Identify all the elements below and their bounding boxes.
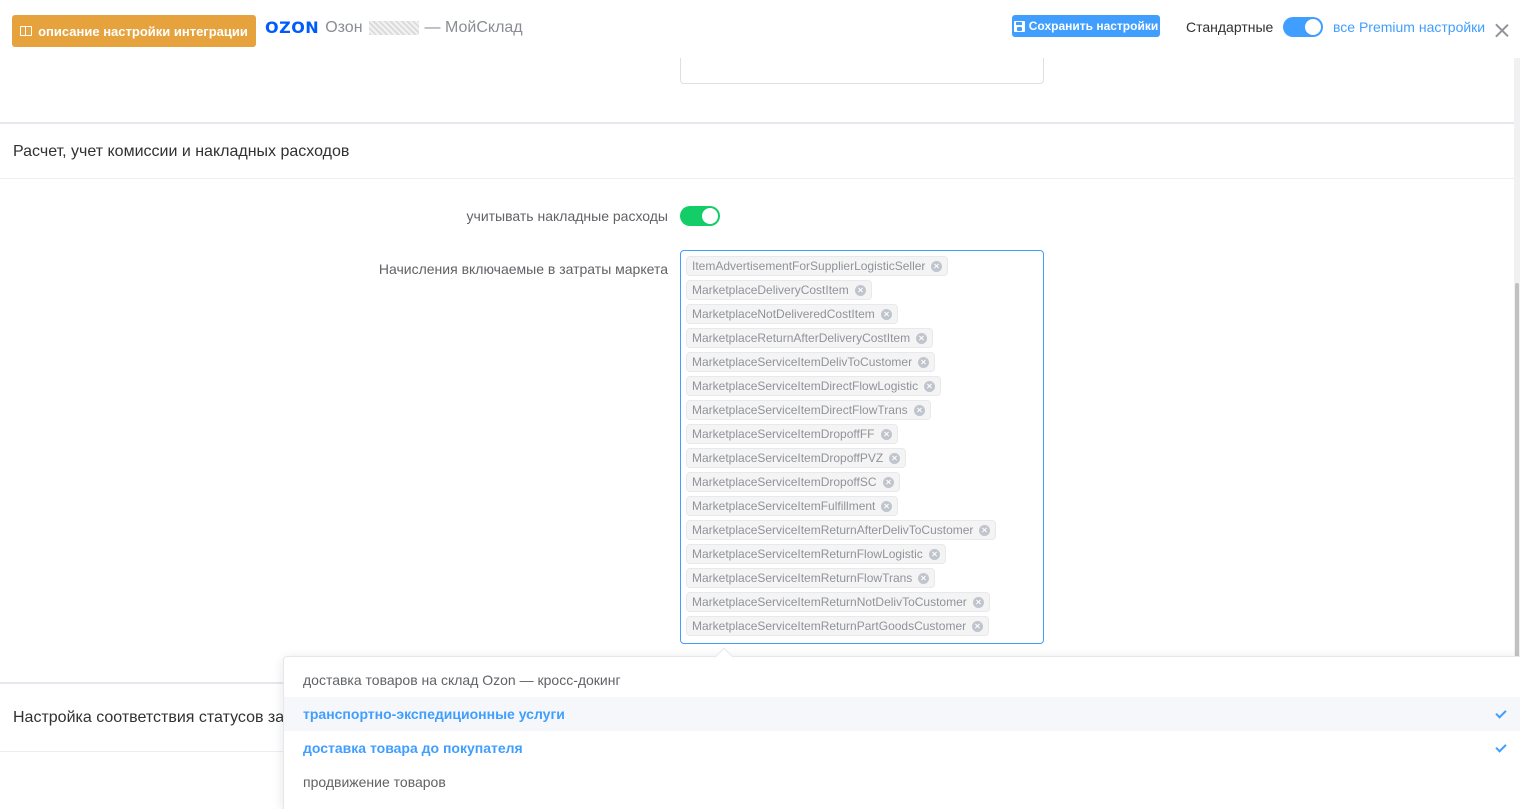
charge-tag: MarketplaceServiceItemDropoffSC <box>686 472 900 492</box>
remove-tag-icon[interactable] <box>913 404 925 416</box>
dropdown-option[interactable]: доставка товара до покупателя <box>284 731 1520 765</box>
dropdown-option[interactable]: транспортно-экспедиционные услуги <box>284 697 1520 731</box>
remove-tag-icon[interactable] <box>979 524 991 536</box>
check-icon <box>1495 741 1507 753</box>
remove-tag-icon[interactable] <box>881 500 893 512</box>
integration-docs-button[interactable]: описание настройки интеграции <box>12 15 256 47</box>
charge-tag-label: ItemAdvertisementForSupplierLogisticSell… <box>692 259 926 273</box>
charge-tag-label: MarketplaceDeliveryCostItem <box>692 283 849 297</box>
charge-tag-label: MarketplaceServiceItemReturnFlowTrans <box>692 571 913 585</box>
charge-tag: MarketplaceServiceItemFulfillment <box>686 496 899 516</box>
remove-tag-icon[interactable] <box>918 356 930 368</box>
remove-tag-icon[interactable] <box>972 620 984 632</box>
save-icon <box>1013 20 1025 32</box>
dropdown-option-label: доставка товара до покупателя <box>303 740 523 756</box>
charge-tag: MarketplaceServiceItemDropoffPVZ <box>686 448 907 468</box>
charge-tag: MarketplaceDeliveryCostItem <box>686 280 872 300</box>
remove-tag-icon[interactable] <box>880 308 892 320</box>
section-title-costs[interactable]: Расчет, учет комиссии и накладных расход… <box>0 124 1514 179</box>
dropdown-option-label: доставка товаров на склад Ozon — кросс-д… <box>303 672 621 688</box>
overhead-toggle[interactable] <box>680 206 720 226</box>
charge-tag-label: MarketplaceServiceItemReturnPartGoodsCus… <box>692 619 967 633</box>
remove-tag-icon[interactable] <box>928 548 940 560</box>
remove-tag-icon[interactable] <box>924 380 936 392</box>
integration-docs-label: описание настройки интеграции <box>38 23 248 39</box>
charge-tag-label: MarketplaceServiceItemDelivToCustomer <box>692 355 913 369</box>
standard-label: Стандартные <box>1186 19 1274 35</box>
remove-tag-icon[interactable] <box>931 260 943 272</box>
dropdown-option[interactable]: доставка товаров на склад Ozon — кросс-д… <box>284 663 1520 697</box>
remove-tag-icon[interactable] <box>916 332 928 344</box>
charge-tag: MarketplaceReturnAfterDeliveryCostItem <box>686 328 934 348</box>
dropdown-option[interactable]: продвижение товаров <box>284 765 1520 799</box>
charges-multiselect[interactable]: ItemAdvertisementForSupplierLogisticSell… <box>680 250 1044 644</box>
charge-tag-label: MarketplaceReturnAfterDeliveryCostItem <box>692 331 911 345</box>
charge-tag: MarketplaceServiceItemDirectFlowLogistic <box>686 376 942 396</box>
redacted-account <box>368 20 419 35</box>
charge-tag-label: MarketplaceServiceItemDropoffFF <box>692 427 875 441</box>
save-settings-button[interactable]: Сохранить настройки <box>1012 15 1160 37</box>
charge-tag-label: MarketplaceServiceItemDropoffSC <box>692 475 877 489</box>
brand-name: Озон <box>325 18 363 36</box>
ozon-logo: OZON <box>265 18 320 37</box>
charge-tag: MarketplaceServiceItemReturnAfterDelivTo… <box>686 520 997 540</box>
premium-settings-link[interactable]: все Premium настройки <box>1333 19 1485 35</box>
scrollbar-thumb[interactable] <box>1515 283 1519 663</box>
dropdown-option-label: транспортно-экспедиционные услуги <box>303 706 565 722</box>
dropdown-arrow <box>715 647 733 665</box>
charge-tag: MarketplaceServiceItemDelivToCustomer <box>686 352 936 372</box>
charge-tag: MarketplaceNotDeliveredCostItem <box>686 304 898 324</box>
remove-tag-icon[interactable] <box>882 476 894 488</box>
charge-tag-label: MarketplaceServiceItemDirectFlowLogistic <box>692 379 919 393</box>
brand-title: OZON Озон — МойСклад <box>265 18 523 37</box>
charges-dropdown: доставка товаров на склад Ozon — кросс-д… <box>283 647 1520 809</box>
charge-tag-label: MarketplaceServiceItemReturnNotDelivToCu… <box>692 595 967 609</box>
dropdown-option-label: продвижение товаров <box>303 774 446 790</box>
charge-tag: MarketplaceServiceItemReturnFlowLogistic <box>686 544 946 564</box>
book-icon <box>20 26 33 36</box>
check-icon <box>1495 707 1507 719</box>
charge-tag: ItemAdvertisementForSupplierLogisticSell… <box>686 256 949 276</box>
remove-tag-icon[interactable] <box>854 284 866 296</box>
charge-tag: MarketplaceServiceItemDirectFlowTrans <box>686 400 931 420</box>
premium-toggle[interactable] <box>1283 17 1323 37</box>
toggle-knob <box>1305 19 1321 35</box>
save-settings-label: Сохранить настройки <box>1028 19 1159 33</box>
brand-suffix: — МойСклад <box>424 18 523 36</box>
charge-tag: MarketplaceServiceItemReturnPartGoodsCus… <box>686 616 990 636</box>
charge-tag-label: MarketplaceServiceItemDirectFlowTrans <box>692 403 908 417</box>
charge-tag: MarketplaceServiceItemReturnNotDelivToCu… <box>686 592 990 612</box>
remove-tag-icon[interactable] <box>880 428 892 440</box>
close-icon[interactable] <box>1494 22 1510 38</box>
charges-label: Начисления включаемые в затраты маркета <box>378 261 668 277</box>
charge-tag: MarketplaceServiceItemDropoffFF <box>686 424 898 444</box>
charge-tag: MarketplaceServiceItemReturnFlowTrans <box>686 568 936 588</box>
top-bar: описание настройки интеграции OZON Озон … <box>0 0 1520 58</box>
charge-tag-label: MarketplaceServiceItemDropoffPVZ <box>692 451 884 465</box>
remove-tag-icon[interactable] <box>918 572 930 584</box>
remove-tag-icon[interactable] <box>889 452 901 464</box>
charge-tag-label: MarketplaceNotDeliveredCostItem <box>692 307 875 321</box>
charge-tag-label: MarketplaceServiceItemReturnFlowLogistic <box>692 547 923 561</box>
charge-tag-label: MarketplaceServiceItemReturnAfterDelivTo… <box>692 523 974 537</box>
remove-tag-icon[interactable] <box>972 596 984 608</box>
charge-tag-label: MarketplaceServiceItemFulfillment <box>692 499 876 513</box>
overhead-label: учитывать накладные расходы <box>466 208 668 224</box>
toggle-knob <box>702 208 718 224</box>
